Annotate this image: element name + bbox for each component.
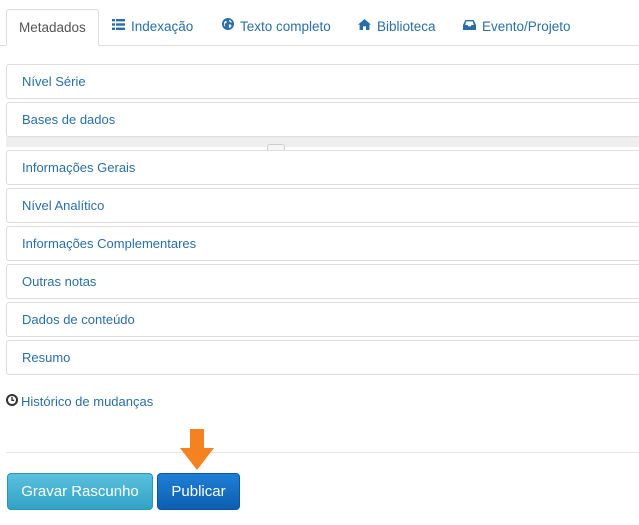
tab-label: Evento/Projeto <box>482 19 571 34</box>
tab-biblioteca[interactable]: Biblioteca <box>358 9 436 46</box>
tab-label: Biblioteca <box>377 19 436 34</box>
home-icon <box>358 8 371 44</box>
tab-label: Indexação <box>131 19 194 34</box>
globe-icon <box>222 8 234 44</box>
panel-informacoes-complementares[interactable]: Informações Complementares <box>6 226 639 261</box>
panel-resize-handle-bar[interactable] <box>6 137 639 150</box>
save-draft-button[interactable]: Gravar Rascunho <box>7 473 153 510</box>
panel-nivel-serie[interactable]: Nível Série <box>6 64 639 99</box>
tab-label: Metadados <box>19 20 86 35</box>
change-history-link[interactable]: Histórico de mudanças <box>6 393 154 411</box>
tab-texto-completo[interactable]: Texto completo <box>222 9 331 46</box>
actions-divider <box>6 452 639 453</box>
panel-title: Outras notas <box>22 274 97 289</box>
panel-title: Informações Complementares <box>22 236 197 251</box>
tab-bar: Metadados Indexação Texto completo Bibli… <box>0 9 639 46</box>
panel-outras-notas[interactable]: Outras notas <box>6 264 639 299</box>
panel-bases-de-dados[interactable]: Bases de dados <box>6 102 639 137</box>
panel-resumo[interactable]: Resumo <box>6 340 639 375</box>
panel-title: Informações Gerais <box>22 160 136 175</box>
tab-indexacao[interactable]: Indexação <box>112 9 193 46</box>
panel-title: Nível Analítico <box>22 198 105 213</box>
panel-dados-de-conteudo[interactable]: Dados de conteúdo <box>6 302 639 337</box>
tab-label: Texto completo <box>240 19 331 34</box>
clock-icon <box>6 393 18 410</box>
publish-button[interactable]: Publicar <box>157 473 240 510</box>
tab-metadados[interactable]: Metadados <box>6 9 99 46</box>
change-history-label: Histórico de mudanças <box>21 394 154 409</box>
edit-form-page: Metadados Indexação Texto completo Bibli… <box>0 0 639 525</box>
inbox-icon <box>463 8 476 44</box>
panel-title: Bases de dados <box>22 112 116 127</box>
list-icon <box>112 8 125 44</box>
panel-nivel-analitico[interactable]: Nível Analítico <box>6 188 639 223</box>
panel-title: Nível Série <box>22 74 86 89</box>
arrow-down-icon <box>177 429 217 470</box>
panel-title: Dados de conteúdo <box>22 312 135 327</box>
tab-evento-projeto[interactable]: Evento/Projeto <box>463 9 571 46</box>
panel-title: Resumo <box>22 350 71 365</box>
panel-informacoes-gerais[interactable]: Informações Gerais <box>6 150 639 185</box>
